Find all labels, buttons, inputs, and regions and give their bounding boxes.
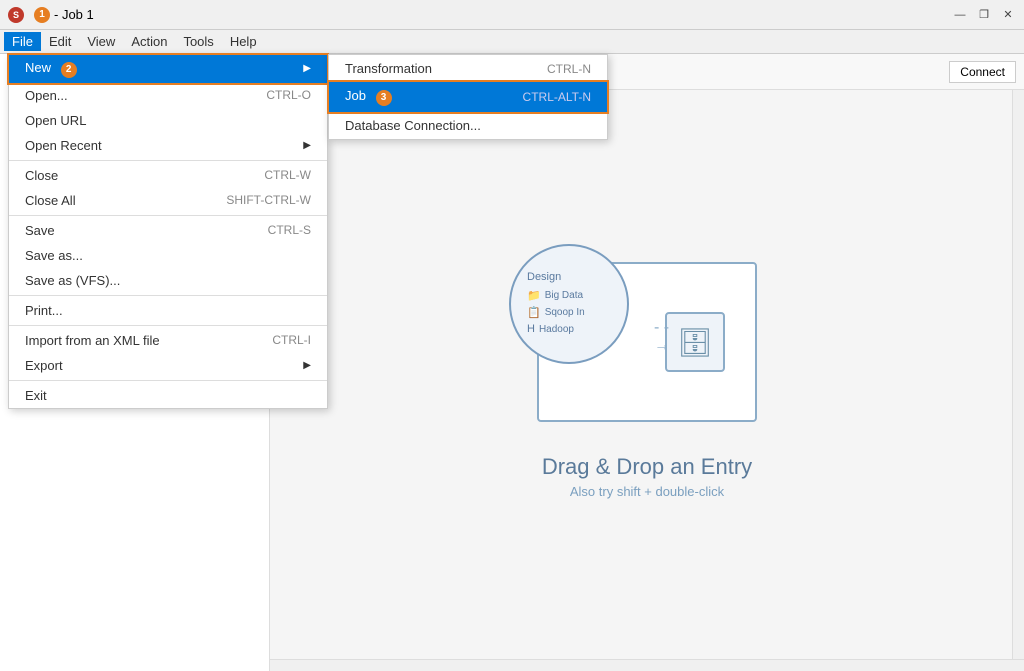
import-label: Import from an XML file [25,333,160,348]
title-text: - Job 1 [54,7,94,22]
file-dropdown-menu: New 2 ▶ Open... CTRL-O Open URL Open Rec… [8,54,328,409]
menu-bar: File Edit View Action Tools Help [0,30,1024,54]
save-as-label: Save as... [25,248,83,263]
transformation-label: Transformation [345,61,432,76]
file-menu-close-all[interactable]: Close All SHIFT-CTRL-W [9,188,327,213]
restore-button[interactable]: ❐ [976,7,992,23]
new-badge: 2 [61,62,77,78]
open-label: Open... [25,88,68,103]
job-badge: 3 [376,90,392,106]
menu-tools[interactable]: Tools [175,32,221,51]
file-menu-print[interactable]: Print... [9,298,327,323]
job-shortcut: CTRL-ALT-N [523,90,591,104]
new-transformation[interactable]: Transformation CTRL-N [329,55,607,82]
minimize-button[interactable]: — [952,7,968,23]
close-shortcut: CTRL-W [264,168,311,182]
sep4 [9,325,327,326]
sep5 [9,380,327,381]
new-submenu: Transformation CTRL-N Job 3 CTRL-ALT-N D… [328,54,608,140]
bigdata-row: 📁 Big Data [527,289,611,302]
drag-drop-illustration: Design 📁 Big Data 📋 Sqoop In H Hadoop [537,262,757,422]
sep3 [9,295,327,296]
exit-label: Exit [25,388,47,403]
file-menu-new[interactable]: New 2 ▶ [9,55,327,83]
file-menu-open[interactable]: Open... CTRL-O [9,83,327,108]
save-label: Save [25,223,55,238]
close-button[interactable]: ✕ [1000,7,1016,23]
export-arrow: ▶ [303,360,311,371]
window-controls: — ❐ ✕ [952,7,1016,23]
close-label: Close [25,168,58,183]
hadoop-row: H Hadoop [527,323,611,335]
open-shortcut: CTRL-O [266,88,311,102]
menu-help[interactable]: Help [222,32,265,51]
file-menu-save[interactable]: Save CTRL-S [9,218,327,243]
folder-icon-bigdata: 📁 [527,289,541,302]
circle-magnify: Design 📁 Big Data 📋 Sqoop In H Hadoop [509,244,629,364]
monitor-frame: Design 📁 Big Data 📋 Sqoop In H Hadoop [537,262,757,422]
sep2 [9,215,327,216]
drag-drop-title: Drag & Drop an Entry [542,454,752,480]
file-menu-exit[interactable]: Exit [9,383,327,408]
print-label: Print... [25,303,63,318]
title-bar: S 1 - Job 1 — ❐ ✕ [0,0,1024,30]
import-shortcut: CTRL-I [272,333,311,347]
db-connection-label: Database Connection... [345,118,481,133]
sqoop-row: 📋 Sqoop In [527,306,611,319]
hadoop-label: Hadoop [539,324,574,335]
file-menu-close[interactable]: Close CTRL-W [9,163,327,188]
connect-button[interactable]: Connect [949,61,1016,83]
new-job[interactable]: Job 3 CTRL-ALT-N [329,82,607,112]
file-menu-export[interactable]: Export ▶ [9,353,327,378]
menu-edit[interactable]: Edit [41,32,79,51]
file-menu-save-as[interactable]: Save as... [9,243,327,268]
new-db-connection[interactable]: Database Connection... [329,112,607,139]
file-menu-open-recent[interactable]: Open Recent ▶ [9,133,327,158]
file-menu-import[interactable]: Import from an XML file CTRL-I [9,328,327,353]
hadoop-icon: H [527,323,535,335]
title-badge-1: 1 [34,7,50,23]
file-menu-open-url[interactable]: Open URL [9,108,327,133]
vertical-scrollbar[interactable] [1012,90,1024,671]
close-all-shortcut: SHIFT-CTRL-W [226,193,311,207]
content-area: 📄 📂 💾 ▶ ⏹ 🔍 🔎 100% 75% 50% 150% Connect [270,54,1024,671]
open-url-label: Open URL [25,113,86,128]
menu-file[interactable]: File [4,32,41,51]
open-recent-label: Open Recent [25,138,102,153]
drag-drop-subtext: Also try shift + double-click [570,484,724,499]
menu-view[interactable]: View [79,32,123,51]
horizontal-scrollbar[interactable] [270,659,1024,671]
job-label: Job 3 [345,88,392,106]
save-shortcut: CTRL-S [268,223,311,237]
file-menu-save-as-vfs[interactable]: Save as (VFS)... [9,268,327,293]
menu-action[interactable]: Action [123,32,175,51]
new-arrow: ▶ [303,63,311,74]
new-label: New 2 [25,60,77,78]
app-icon: S [8,7,24,23]
arrow-icon: - - → [654,319,675,355]
canvas-area: Design 📁 Big Data 📋 Sqoop In H Hadoop [270,90,1024,671]
save-as-vfs-label: Save as (VFS)... [25,273,120,288]
sqoop-icon: 📋 [527,306,541,319]
export-label: Export [25,358,63,373]
close-all-label: Close All [25,193,76,208]
bigdata-label: Big Data [545,290,583,301]
sqoop-label: Sqoop In [545,307,585,318]
transformation-shortcut: CTRL-N [547,62,591,76]
sep1 [9,160,327,161]
open-recent-arrow: ▶ [303,140,311,151]
design-label: Design [527,271,611,283]
